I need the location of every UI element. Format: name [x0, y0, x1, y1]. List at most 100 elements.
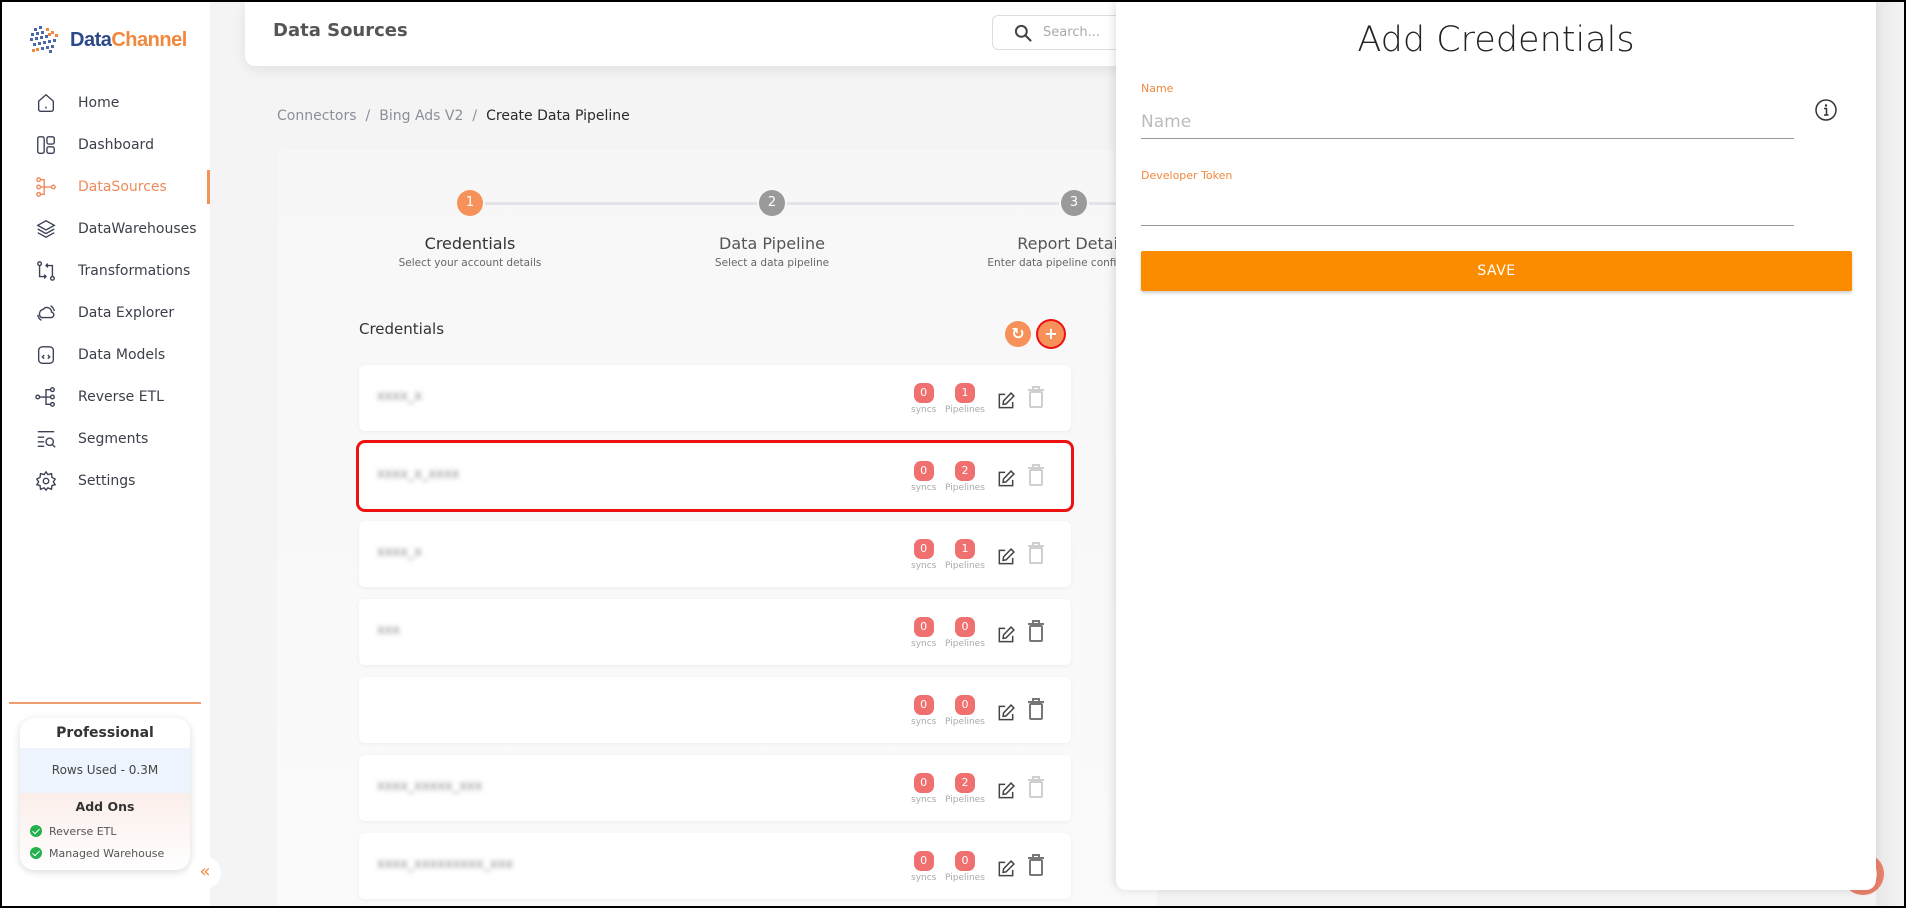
plus-icon: +: [1044, 324, 1058, 343]
pipelines-count: 0 Pipelines: [945, 615, 985, 649]
add-credential-button[interactable]: +: [1038, 321, 1064, 347]
trash-icon[interactable]: [1026, 697, 1046, 721]
syncs-count: 0 syncs: [911, 537, 936, 571]
sidebar-item-settings[interactable]: Settings: [2, 460, 210, 502]
save-button[interactable]: SAVE: [1141, 251, 1852, 291]
sidebar-item-label: DataSources: [78, 179, 167, 195]
addon-label: Reverse ETL: [49, 824, 117, 838]
brand-part-2: Channel: [111, 28, 187, 51]
edit-icon[interactable]: [996, 469, 1016, 489]
edit-icon[interactable]: [996, 547, 1016, 567]
pipelines-count: 2 Pipelines: [945, 771, 985, 805]
transform-icon: [34, 259, 58, 283]
refresh-button[interactable]: ↻: [1005, 321, 1031, 347]
sidebar-item-label: DataWarehouses: [78, 221, 197, 237]
sidebar-item-reverse-etl[interactable]: Reverse ETL: [2, 376, 210, 418]
logo[interactable]: DataChannel: [26, 22, 187, 58]
brand-name: DataChannel: [70, 29, 187, 52]
addon-label: Managed Warehouse: [49, 846, 165, 860]
credential-row[interactable]: xxx 0 syncs 0 Pipelines: [359, 599, 1071, 665]
sidebar-item-datasources[interactable]: DataSources: [2, 166, 210, 208]
check-circle-icon: [30, 847, 42, 859]
step-3-indicator[interactable]: 3: [1061, 190, 1087, 216]
developer-token-input[interactable]: [1141, 192, 1794, 226]
syncs-label: syncs: [911, 405, 937, 415]
step-2-subtitle: Select a data pipeline: [714, 257, 830, 269]
info-icon[interactable]: [1814, 98, 1838, 122]
credential-row[interactable]: xxxx_x 0 syncs 1 Pipelines: [359, 365, 1071, 431]
sidebar-item-dashboard[interactable]: Dashboard: [2, 124, 210, 166]
sidebar-item-segments[interactable]: Segments: [2, 418, 210, 460]
sidebar-item-transformations[interactable]: Transformations: [2, 250, 210, 292]
step-2-indicator[interactable]: 2: [759, 190, 785, 216]
syncs-badge: 0: [913, 617, 934, 637]
syncs-count: 0 syncs: [911, 459, 936, 493]
syncs-label: syncs: [911, 717, 937, 727]
sidebar-item-label: Data Explorer: [78, 305, 175, 321]
step-1-indicator[interactable]: 1: [457, 190, 483, 216]
reverse-etl-icon: [34, 385, 58, 409]
step-connector: [787, 202, 1059, 205]
breadcrumb: Connectors / Bing Ads V2 / Create Data P…: [277, 108, 630, 124]
syncs-label: syncs: [911, 795, 937, 805]
sidebar-item-label: Home: [78, 95, 120, 111]
collapse-sidebar-button[interactable]: «: [189, 857, 221, 889]
breadcrumb-separator: /: [472, 108, 478, 124]
sidebar-item-datawarehouses[interactable]: DataWarehouses: [2, 208, 210, 250]
credentials-heading: Credentials: [359, 320, 445, 338]
breadcrumb-connectors[interactable]: Connectors: [277, 108, 357, 124]
sidebar-item-label: Settings: [78, 473, 136, 489]
edit-icon[interactable]: [996, 625, 1016, 645]
credential-row[interactable]: xxxx_xxxxxxxxx_xxx 0 syncs 0 Pipelines: [359, 833, 1071, 899]
syncs-badge: 0: [913, 773, 934, 793]
gear-icon: [34, 469, 58, 493]
trash-icon: [1026, 463, 1046, 487]
edit-icon[interactable]: [996, 703, 1016, 723]
name-field-label: Name: [1141, 82, 1174, 95]
edit-icon[interactable]: [996, 391, 1016, 411]
credential-name: xxxx_x_xxxx: [377, 467, 460, 482]
sidebar-item-data-models[interactable]: Data Models: [2, 334, 210, 376]
edit-icon[interactable]: [996, 781, 1016, 801]
add-credentials-panel: Add Credentials Name Developer Token SAV…: [1116, 2, 1876, 890]
pipelines-label: Pipelines: [945, 717, 985, 727]
trash-icon[interactable]: [1026, 853, 1046, 877]
brand-part-1: Data: [70, 28, 112, 51]
pipelines-badge: 0: [954, 695, 975, 715]
syncs-label: syncs: [911, 639, 937, 649]
sidebar-item-home[interactable]: Home: [2, 82, 210, 124]
credentials-list: xxxx_x 0 syncs 1 Pipelines xxxx_x_xxxx 0 syncs 2…: [359, 365, 1071, 906]
syncs-count: 0 syncs: [911, 615, 936, 649]
trash-icon[interactable]: [1026, 619, 1046, 643]
syncs-label: syncs: [911, 561, 937, 571]
credential-name: xxxx_xxxxx_xxx: [377, 779, 483, 794]
syncs-label: syncs: [911, 873, 937, 883]
syncs-badge: 0: [913, 461, 934, 481]
pipelines-count: 1 Pipelines: [945, 381, 985, 415]
sidebar-item-data-explorer[interactable]: Data Explorer: [2, 292, 210, 334]
credential-name: xxxx_x: [377, 389, 422, 404]
step-1-title: Credentials: [424, 234, 516, 253]
sidebar-item-label: Segments: [78, 431, 149, 447]
breadcrumb-current: Create Data Pipeline: [486, 108, 630, 124]
breadcrumb-bing-ads[interactable]: Bing Ads V2: [379, 108, 463, 124]
pipelines-label: Pipelines: [945, 561, 985, 571]
pipelines-badge: 2: [954, 773, 975, 793]
pipelines-badge: 1: [954, 383, 975, 403]
explorer-icon: [34, 301, 58, 325]
name-input[interactable]: [1141, 105, 1794, 139]
sidebar-divider: [9, 702, 201, 704]
credential-row[interactable]: xxxx_xxxxx_xxx 0 syncs 2 Pipelines: [359, 755, 1071, 821]
syncs-badge: 0: [913, 851, 934, 871]
sidebar-item-label: Reverse ETL: [78, 389, 164, 405]
step-1-subtitle: Select your account details: [398, 257, 542, 269]
pipelines-count: 0 Pipelines: [945, 693, 985, 727]
credential-name: xxxx_xxxxxxxxx_xxx: [377, 857, 514, 872]
dashboard-icon: [34, 133, 58, 157]
logo-icon: [26, 22, 62, 58]
edit-icon[interactable]: [996, 859, 1016, 879]
credential-row[interactable]: xxxx_x_xxxx 0 syncs 2 Pipelines: [359, 443, 1071, 509]
sidebar-item-label: Data Models: [78, 347, 166, 363]
credential-row[interactable]: xxxx_x 0 syncs 1 Pipelines: [359, 521, 1071, 587]
credential-row[interactable]: 0 syncs 0 Pipelines: [359, 677, 1071, 743]
